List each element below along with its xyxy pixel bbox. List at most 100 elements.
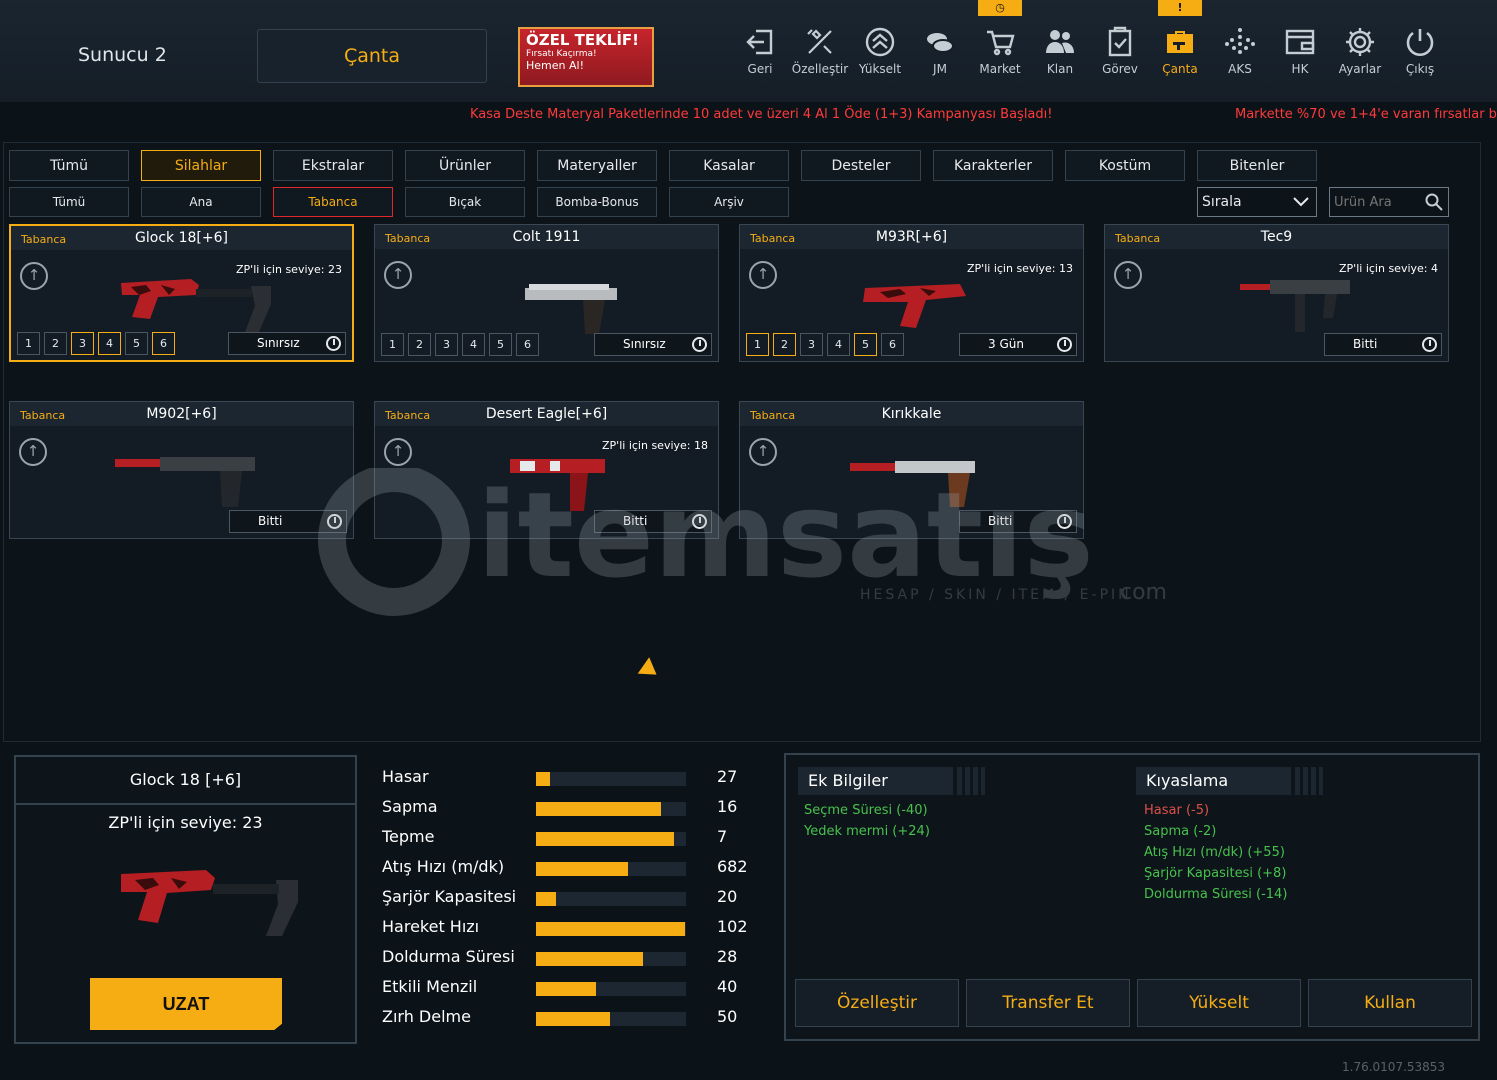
level-box[interactable]: 2 (408, 333, 431, 356)
stat-row: Zırh Delme 50 (382, 1007, 762, 1031)
extend-button[interactable]: UZAT (90, 978, 282, 1030)
level-box[interactable]: 4 (827, 333, 850, 356)
item-card-glock18[interactable]: Tabanca Glock 18[+6] ↑ ZP'li için seviye… (9, 224, 354, 362)
level-box[interactable]: 5 (125, 332, 148, 355)
tab-weapons[interactable]: Silahlar (141, 150, 261, 181)
tab-products[interactable]: Ürünler (405, 150, 525, 181)
alert-badge: ! (1158, 0, 1202, 16)
upgrade-arrow-icon[interactable]: ↑ (20, 262, 48, 290)
stat-bar-fill (536, 922, 685, 936)
level-box[interactable]: 3 (71, 332, 94, 355)
customize-button[interactable]: Özelleştir (795, 979, 959, 1027)
tab-cases[interactable]: Kasalar (669, 150, 789, 181)
subtab-knife[interactable]: Bıçak (405, 187, 525, 217)
level-box[interactable]: 1 (381, 333, 404, 356)
stat-bar (536, 982, 686, 996)
stat-label: Hareket Hızı (382, 917, 480, 936)
stat-value: 20 (717, 887, 738, 906)
compare-line: Atış Hızı (m/dk) (+55) (1144, 845, 1285, 860)
special-offer-banner[interactable]: ÖZEL TEKLİF! Fırsatı Kaçırma! Hemen Al! (518, 27, 654, 87)
stat-value: 16 (717, 797, 738, 816)
stat-label: Tepme (382, 827, 435, 846)
subtab-bomb-bonus[interactable]: Bomba-Bonus (537, 187, 657, 217)
nav-back-button[interactable]: Geri (731, 22, 789, 84)
search-icon[interactable] (1425, 193, 1443, 211)
level-box[interactable]: 6 (516, 333, 539, 356)
upgrade-arrow-icon[interactable]: ↑ (1114, 261, 1142, 289)
sort-dropdown[interactable]: Sırala (1197, 187, 1317, 217)
compare-line: Hasar (-5) (1144, 803, 1210, 818)
stat-bar-fill (536, 802, 661, 816)
level-box[interactable]: 2 (773, 333, 796, 356)
duration-badge: Sınırsız (228, 332, 346, 355)
nav-label: Geri (747, 62, 773, 76)
cart-icon (987, 30, 1015, 56)
use-button[interactable]: Kullan (1308, 979, 1472, 1027)
stat-label: Sapma (382, 797, 438, 816)
nav-jm-button[interactable]: JM (911, 22, 969, 84)
compare-header: Kıyaslama (1136, 767, 1323, 795)
item-card-tec9[interactable]: Tabanca Tec9 ↑ ZP'li için seviye: 4 Bitt… (1104, 224, 1449, 362)
stat-row: Hasar 27 (382, 767, 762, 791)
item-card-m902[interactable]: Tabanca M902[+6] ↑ Bitti (9, 401, 354, 539)
clock-icon (692, 337, 707, 352)
level-box[interactable]: 5 (854, 333, 877, 356)
nav-market-button[interactable]: ◷ Market (971, 0, 1029, 84)
tab-extras[interactable]: Ekstralar (273, 150, 393, 181)
level-box[interactable]: 1 (746, 333, 769, 356)
upgrade-arrow-icon[interactable]: ↑ (749, 261, 777, 289)
tab-costume[interactable]: Kostüm (1065, 150, 1185, 181)
level-box[interactable]: 1 (17, 332, 40, 355)
item-name: Desert Eagle[+6] (485, 406, 608, 422)
level-box[interactable]: 6 (881, 333, 904, 356)
nav-settings-button[interactable]: Ayarlar (1331, 22, 1389, 84)
subtab-all[interactable]: Tümü (9, 187, 129, 217)
upgrade-button[interactable]: Yükselt (1137, 979, 1301, 1027)
stat-label: Zırh Delme (382, 1007, 471, 1026)
item-name: Colt 1911 (512, 229, 581, 245)
upgrade-arrow-icon[interactable]: ↑ (749, 438, 777, 466)
server-name: Sunucu 2 (78, 44, 167, 66)
nav-aks-button[interactable]: AKS (1211, 22, 1269, 84)
nav-exit-button[interactable]: Çıkış (1391, 22, 1449, 84)
nav-mission-button[interactable]: Görev (1091, 22, 1149, 84)
subtab-primary[interactable]: Ana (141, 187, 261, 217)
level-box[interactable]: 6 (152, 332, 175, 355)
item-card-m93r[interactable]: Tabanca M93R[+6] ↑ ZP'li için seviye: 13… (739, 224, 1084, 362)
upgrade-arrow-icon[interactable]: ↑ (384, 261, 412, 289)
stat-bar (536, 1012, 686, 1026)
level-box[interactable]: 4 (462, 333, 485, 356)
detail-weapon-image (121, 870, 298, 936)
item-card-colt1911[interactable]: Tabanca Colt 1911 ↑ 1 2 3 4 5 6 Sınırsız (374, 224, 719, 362)
transfer-button[interactable]: Transfer Et (966, 979, 1130, 1027)
upgrade-arrow-icon[interactable]: ↑ (384, 438, 412, 466)
tab-expired[interactable]: Bitenler (1197, 150, 1317, 181)
upgrade-arrow-icon[interactable]: ↑ (19, 438, 47, 466)
nav-bag-button[interactable]: ! Çanta (1151, 0, 1209, 84)
subtab-archive[interactable]: Arşiv (669, 187, 789, 217)
nav-customize-button[interactable]: Özelleştir (791, 22, 849, 84)
bag-icon (1167, 31, 1193, 53)
level-box[interactable]: 3 (800, 333, 823, 356)
nav-label: Özelleştir (791, 62, 849, 76)
power-icon (1406, 29, 1434, 56)
tab-all[interactable]: Tümü (9, 150, 129, 181)
level-box[interactable]: 2 (44, 332, 67, 355)
nav-hk-button[interactable]: HK (1271, 22, 1329, 84)
level-box[interactable]: 3 (435, 333, 458, 356)
duration-badge: Bitti (1324, 333, 1442, 356)
level-box[interactable]: 5 (489, 333, 512, 356)
tab-materials[interactable]: Materyaller (537, 150, 657, 181)
nav-clan-button[interactable]: Klan (1031, 22, 1089, 84)
version-label: 1.76.0107.53853 (1342, 1060, 1446, 1074)
subtab-pistol[interactable]: Tabanca (273, 187, 393, 217)
offer-cta: Hemen Al! (526, 58, 584, 72)
nav-label: Çanta (1162, 62, 1198, 76)
tab-characters[interactable]: Karakterler (933, 150, 1053, 181)
level-box[interactable]: 4 (98, 332, 121, 355)
aks-icon (1225, 28, 1255, 54)
extra-info-header: Ek Bilgiler (798, 767, 985, 795)
nav-upgrade-button[interactable]: Yükselt (851, 22, 909, 84)
tab-decks[interactable]: Desteler (801, 150, 921, 181)
tools-icon (807, 29, 832, 54)
